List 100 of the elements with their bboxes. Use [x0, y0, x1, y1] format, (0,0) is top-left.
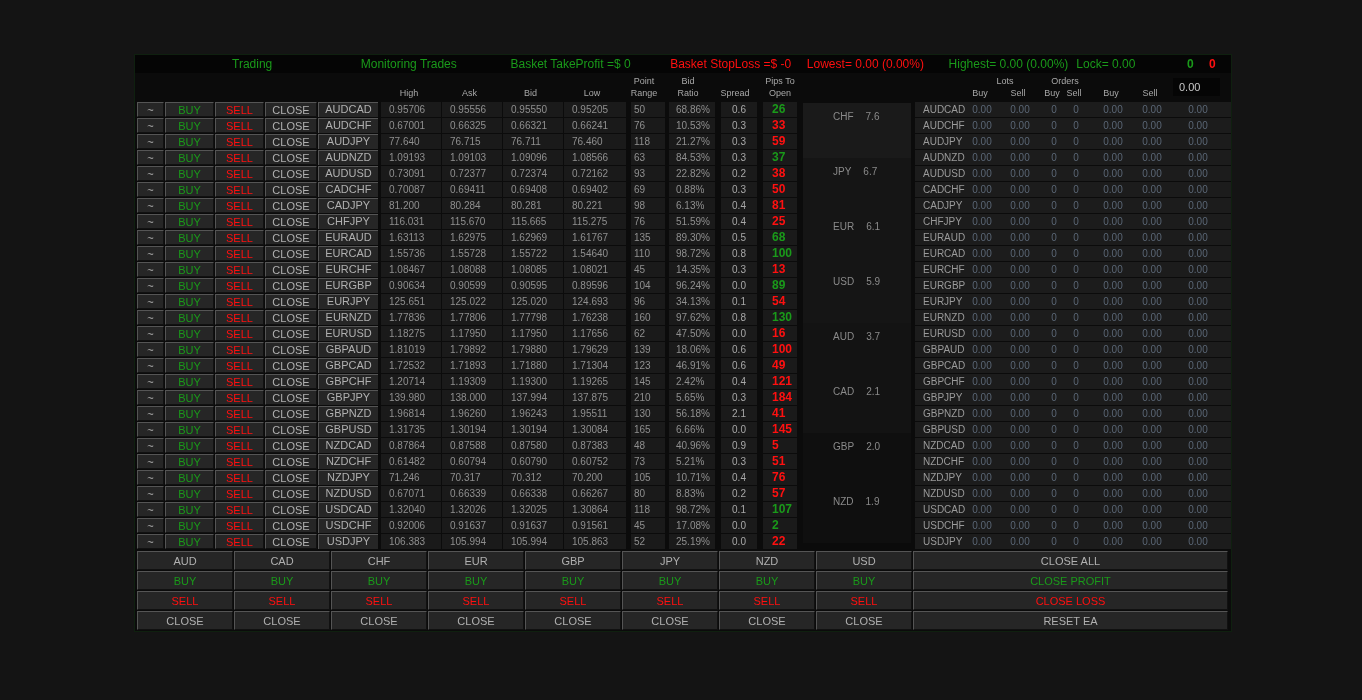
- tilde-button[interactable]: ~: [137, 486, 164, 501]
- close-loss-button[interactable]: CLOSE LOSS: [913, 591, 1228, 610]
- close-button[interactable]: CLOSE: [265, 374, 317, 389]
- tilde-button[interactable]: ~: [137, 294, 164, 309]
- currency-button[interactable]: USD: [816, 551, 912, 570]
- sell-button[interactable]: SELL: [215, 422, 264, 437]
- tilde-button[interactable]: ~: [137, 406, 164, 421]
- close-button[interactable]: CLOSE: [265, 214, 317, 229]
- tilde-button[interactable]: ~: [137, 374, 164, 389]
- buy-button[interactable]: BUY: [165, 374, 214, 389]
- buy-button[interactable]: BUY: [165, 486, 214, 501]
- tilde-button[interactable]: ~: [137, 150, 164, 165]
- sell-button[interactable]: SELL: [719, 591, 815, 610]
- tilde-button[interactable]: ~: [137, 118, 164, 133]
- amount-field[interactable]: 0.00: [1173, 78, 1220, 96]
- buy-button[interactable]: BUY: [165, 534, 214, 549]
- buy-button[interactable]: BUY: [165, 102, 214, 117]
- buy-button[interactable]: BUY: [165, 214, 214, 229]
- sell-button[interactable]: SELL: [215, 118, 264, 133]
- sell-button[interactable]: SELL: [215, 390, 264, 405]
- sell-button[interactable]: SELL: [234, 591, 330, 610]
- sell-button[interactable]: SELL: [215, 214, 264, 229]
- tilde-button[interactable]: ~: [137, 230, 164, 245]
- close-button[interactable]: CLOSE: [234, 611, 330, 630]
- close-button[interactable]: CLOSE: [265, 502, 317, 517]
- close-button[interactable]: CLOSE: [265, 342, 317, 357]
- sell-button[interactable]: SELL: [215, 502, 264, 517]
- sell-button[interactable]: SELL: [215, 182, 264, 197]
- close-button[interactable]: CLOSE: [265, 438, 317, 453]
- sell-button[interactable]: SELL: [622, 591, 718, 610]
- close-button[interactable]: CLOSE: [265, 166, 317, 181]
- currency-button[interactable]: EUR: [428, 551, 524, 570]
- tilde-button[interactable]: ~: [137, 246, 164, 261]
- tilde-button[interactable]: ~: [137, 390, 164, 405]
- buy-button[interactable]: BUY: [165, 246, 214, 261]
- tilde-button[interactable]: ~: [137, 262, 164, 277]
- sell-button[interactable]: SELL: [215, 438, 264, 453]
- sell-button[interactable]: SELL: [215, 262, 264, 277]
- tilde-button[interactable]: ~: [137, 422, 164, 437]
- sell-button[interactable]: SELL: [215, 534, 264, 549]
- tilde-button[interactable]: ~: [137, 502, 164, 517]
- buy-button[interactable]: BUY: [165, 118, 214, 133]
- currency-button[interactable]: CHF: [331, 551, 427, 570]
- tilde-button[interactable]: ~: [137, 470, 164, 485]
- sell-button[interactable]: SELL: [215, 102, 264, 117]
- sell-button[interactable]: SELL: [428, 591, 524, 610]
- buy-button[interactable]: BUY: [165, 342, 214, 357]
- reset-button[interactable]: RESET EA: [913, 611, 1228, 630]
- buy-button[interactable]: BUY: [165, 406, 214, 421]
- tilde-button[interactable]: ~: [137, 278, 164, 293]
- close-button[interactable]: CLOSE: [525, 611, 621, 630]
- sell-button[interactable]: SELL: [215, 406, 264, 421]
- buy-button[interactable]: BUY: [719, 571, 815, 590]
- close-button[interactable]: CLOSE: [265, 102, 317, 117]
- close-button[interactable]: CLOSE: [265, 182, 317, 197]
- buy-button[interactable]: BUY: [165, 390, 214, 405]
- sell-button[interactable]: SELL: [215, 150, 264, 165]
- sell-button[interactable]: SELL: [215, 198, 264, 213]
- currency-button[interactable]: CAD: [234, 551, 330, 570]
- sell-button[interactable]: SELL: [215, 326, 264, 341]
- buy-button[interactable]: BUY: [165, 166, 214, 181]
- close-button[interactable]: CLOSE: [265, 198, 317, 213]
- close-button[interactable]: CLOSE: [816, 611, 912, 630]
- sell-button[interactable]: SELL: [215, 374, 264, 389]
- tilde-button[interactable]: ~: [137, 326, 164, 341]
- tilde-button[interactable]: ~: [137, 310, 164, 325]
- currency-button[interactable]: JPY: [622, 551, 718, 570]
- tilde-button[interactable]: ~: [137, 518, 164, 533]
- close-button[interactable]: CLOSE: [428, 611, 524, 630]
- close-button[interactable]: CLOSE: [265, 534, 317, 549]
- close-button[interactable]: CLOSE: [265, 422, 317, 437]
- close-button[interactable]: CLOSE: [265, 406, 317, 421]
- close-button[interactable]: CLOSE: [265, 118, 317, 133]
- buy-button[interactable]: BUY: [428, 571, 524, 590]
- sell-button[interactable]: SELL: [215, 246, 264, 261]
- currency-button[interactable]: GBP: [525, 551, 621, 570]
- sell-button[interactable]: SELL: [215, 134, 264, 149]
- close-button[interactable]: CLOSE: [265, 230, 317, 245]
- sell-button[interactable]: SELL: [215, 278, 264, 293]
- tilde-button[interactable]: ~: [137, 358, 164, 373]
- currency-button[interactable]: AUD: [137, 551, 233, 570]
- sell-button[interactable]: SELL: [215, 470, 264, 485]
- buy-button[interactable]: BUY: [165, 438, 214, 453]
- buy-button[interactable]: BUY: [165, 198, 214, 213]
- close-button[interactable]: CLOSE: [265, 150, 317, 165]
- sell-button[interactable]: SELL: [331, 591, 427, 610]
- buy-button[interactable]: BUY: [525, 571, 621, 590]
- close-button[interactable]: CLOSE: [719, 611, 815, 630]
- buy-button[interactable]: BUY: [165, 150, 214, 165]
- tilde-button[interactable]: ~: [137, 342, 164, 357]
- buy-button[interactable]: BUY: [165, 278, 214, 293]
- buy-button[interactable]: BUY: [165, 502, 214, 517]
- close-button[interactable]: CLOSE: [622, 611, 718, 630]
- tilde-button[interactable]: ~: [137, 454, 164, 469]
- buy-button[interactable]: BUY: [165, 310, 214, 325]
- sell-button[interactable]: SELL: [137, 591, 233, 610]
- sell-button[interactable]: SELL: [215, 358, 264, 373]
- close-button[interactable]: CLOSE: [265, 486, 317, 501]
- buy-button[interactable]: BUY: [165, 358, 214, 373]
- sell-button[interactable]: SELL: [215, 342, 264, 357]
